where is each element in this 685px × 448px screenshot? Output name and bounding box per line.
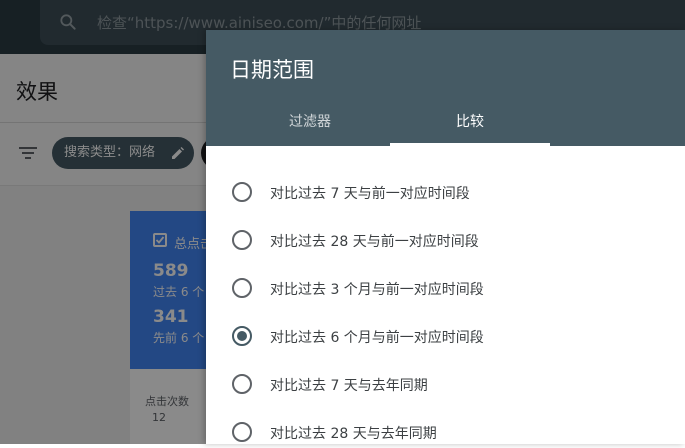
option-3-months-previous[interactable]: 对比过去 3 个月与前一对应时间段 [230,274,670,304]
option-label: 对比过去 28 天与前一对应时间段 [270,234,479,250]
date-range-panel: 日期范围 过滤器 比较 对比过去 7 天与前一对应时间段 对比过去 28 天与前… [206,30,685,444]
option-label: 对比过去 7 天与去年同期 [270,378,428,394]
tab-filters[interactable]: 过滤器 [230,102,390,146]
option-label: 对比过去 3 个月与前一对应时间段 [270,282,484,298]
radio-unchecked-icon [232,422,252,442]
tab-label: 过滤器 [289,114,331,130]
panel-header: 日期范围 过滤器 比较 [206,30,685,146]
tab-label: 比较 [456,114,484,130]
radio-unchecked-icon [232,278,252,298]
radio-checked-icon [232,326,252,346]
active-tab-indicator [390,143,550,146]
radio-unchecked-icon [232,230,252,250]
option-label: 对比过去 28 天与去年同期 [270,426,437,442]
tab-compare[interactable]: 比较 [390,102,550,146]
radio-unchecked-icon [232,374,252,394]
radio-unchecked-icon [232,182,252,202]
panel-title: 日期范围 [230,58,314,82]
option-label: 对比过去 7 天与前一对应时间段 [270,186,470,202]
option-6-months-previous[interactable]: 对比过去 6 个月与前一对应时间段 [230,322,670,352]
option-label: 对比过去 6 个月与前一对应时间段 [270,330,484,346]
option-7-days-previous[interactable]: 对比过去 7 天与前一对应时间段 [230,178,670,208]
option-7-days-last-year[interactable]: 对比过去 7 天与去年同期 [230,370,670,400]
option-28-days-previous[interactable]: 对比过去 28 天与前一对应时间段 [230,226,670,256]
radio-dot [237,331,247,341]
